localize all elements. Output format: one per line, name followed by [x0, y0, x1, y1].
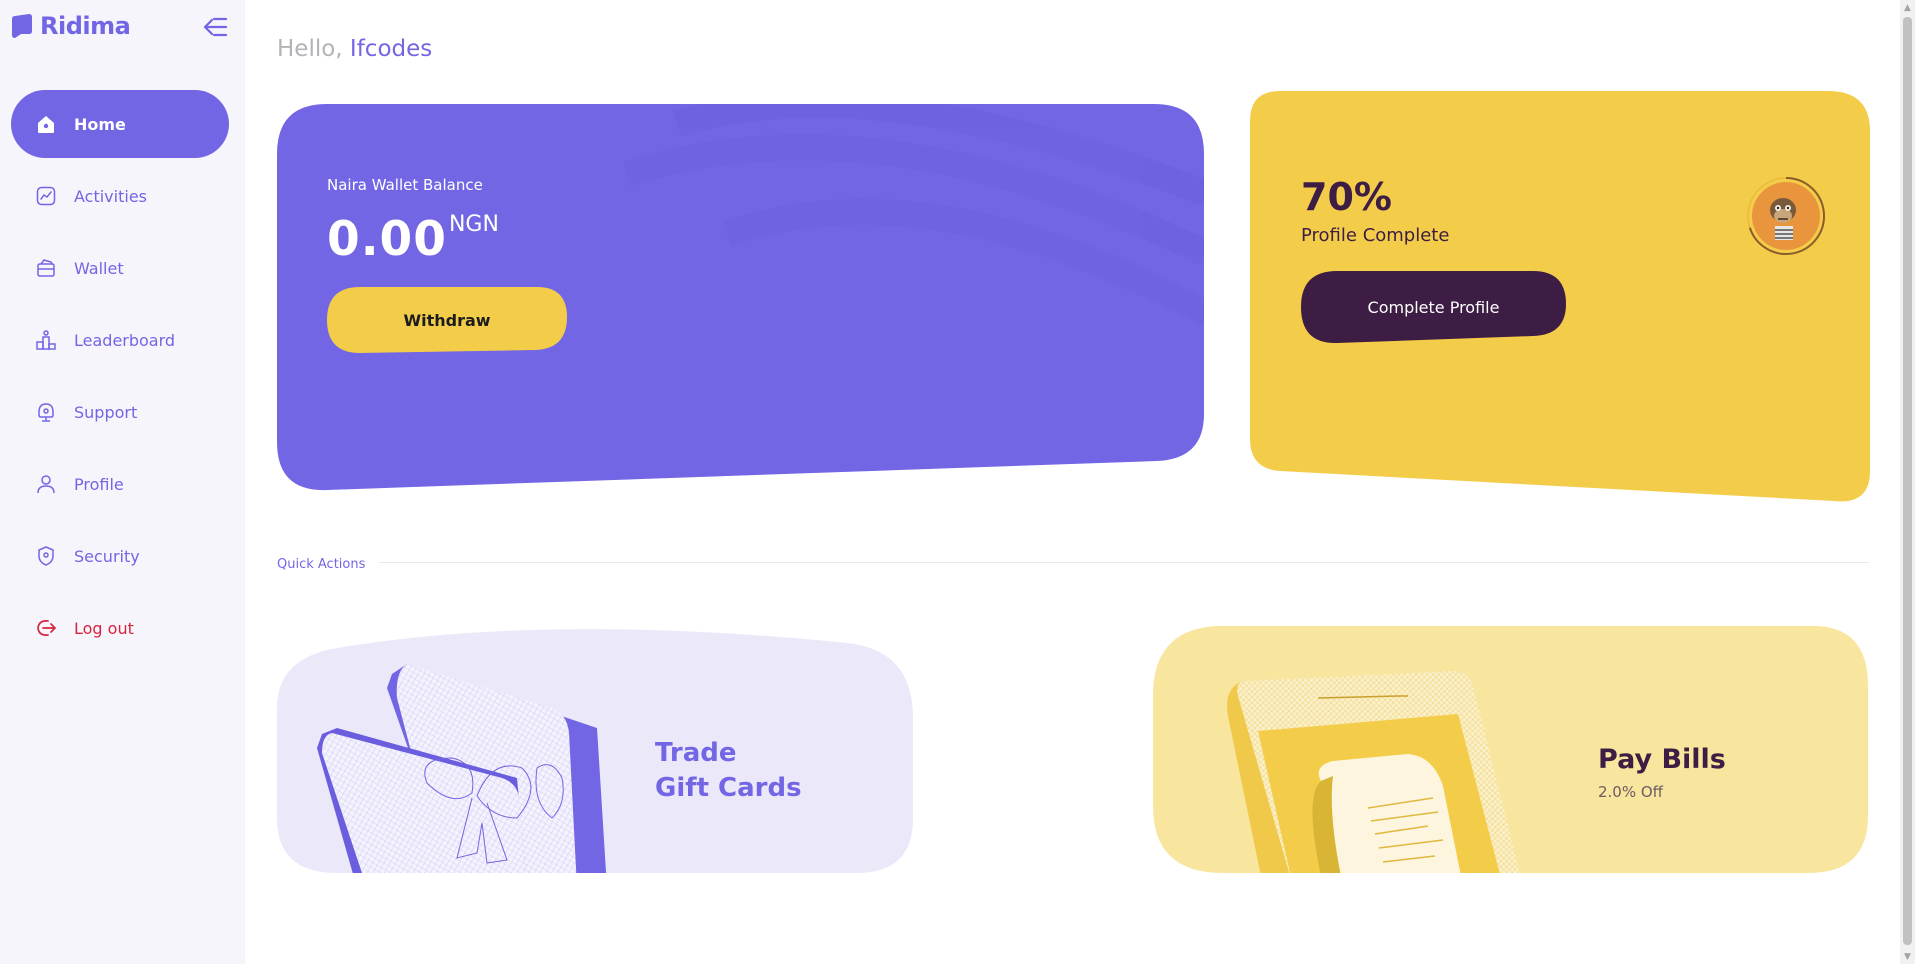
- trade-gift-cards-card[interactable]: Trade Gift Cards: [277, 628, 913, 873]
- wallet-amount: 0.00 NGN: [327, 212, 499, 267]
- trade-gift-cards-line1: Trade: [655, 738, 737, 768]
- sidebar-item-support[interactable]: Support: [11, 378, 229, 446]
- sidebar-item-label: Activities: [74, 186, 147, 206]
- wallet-info: Naira Wallet Balance 0.00 NGN: [327, 176, 499, 267]
- quick-actions-divider: [277, 562, 1869, 563]
- logo[interactable]: Ridima: [12, 12, 131, 40]
- sidebar-item-leaderboard[interactable]: Leaderboard: [11, 306, 229, 374]
- sidebar: Ridima Home Activities Wallet Leaderboar…: [0, 0, 245, 964]
- wallet-balance-card: Naira Wallet Balance 0.00 NGN Withdraw: [277, 104, 1204, 492]
- leaderboard-icon: [35, 329, 57, 351]
- balance-amount: 0.00: [327, 212, 447, 267]
- profile-percent: 70%: [1301, 175, 1392, 219]
- wallet-label: Naira Wallet Balance: [327, 176, 483, 194]
- quick-actions-header: Quick Actions: [277, 553, 1869, 572]
- scrollbar-thumb[interactable]: [1903, 17, 1912, 945]
- sidebar-item-logout[interactable]: Log out: [11, 594, 229, 662]
- sidebar-item-label: Support: [74, 402, 138, 422]
- avatar[interactable]: [1745, 175, 1827, 257]
- sidebar-item-label: Security: [74, 546, 140, 566]
- logo-mark-icon: [12, 14, 32, 38]
- trade-gift-cards-line2: Gift Cards: [655, 773, 802, 803]
- sidebar-nav: Home Activities Wallet Leaderboard Suppo…: [11, 90, 229, 666]
- sidebar-item-label: Profile: [74, 474, 124, 494]
- trade-gift-cards-title: Trade Gift Cards: [655, 736, 802, 806]
- app-root: Ridima Home Activities Wallet Leaderboar…: [0, 0, 1915, 964]
- balance-currency: NGN: [448, 212, 499, 237]
- logout-icon: [35, 617, 57, 639]
- bills-card-background: [1153, 626, 1868, 873]
- sidebar-item-label: Leaderboard: [74, 330, 176, 350]
- quick-actions-title: Quick Actions: [277, 557, 380, 572]
- sidebar-item-label: Log out: [74, 618, 134, 638]
- complete-profile-button[interactable]: Complete Profile: [1301, 271, 1566, 344]
- sidebar-item-profile[interactable]: Profile: [11, 450, 229, 518]
- sidebar-item-security[interactable]: Security: [11, 522, 229, 590]
- activity-chart-icon: [35, 185, 57, 207]
- pay-bills-card[interactable]: Pay Bills 2.0% Off: [1153, 626, 1868, 873]
- sidebar-item-label: Wallet: [74, 258, 124, 278]
- home-icon: [35, 113, 57, 135]
- wallet-icon: [35, 257, 57, 279]
- sidebar-item-activities[interactable]: Activities: [11, 162, 229, 230]
- complete-profile-label: Complete Profile: [1367, 298, 1500, 317]
- sidebar-item-home[interactable]: Home: [11, 90, 229, 158]
- greeting-username: Ifcodes: [349, 36, 433, 62]
- page-scrollbar[interactable]: ▲ ▼: [1900, 0, 1915, 964]
- shield-icon: [35, 545, 57, 567]
- profile-complete-label: Profile Complete: [1301, 225, 1450, 246]
- menu-collapse-icon[interactable]: [200, 12, 230, 42]
- pay-bills-title: Pay Bills: [1598, 744, 1726, 775]
- brand-name: Ridima: [40, 12, 131, 40]
- withdraw-label: Withdraw: [403, 310, 491, 330]
- sidebar-item-label: Home: [74, 114, 126, 134]
- greeting-hello: Hello,: [277, 36, 343, 62]
- user-icon: [35, 473, 57, 495]
- sidebar-item-wallet[interactable]: Wallet: [11, 234, 229, 302]
- profile-completion-card: 70% Profile Complete Complete Profile: [1250, 91, 1870, 503]
- greeting: Hello, Ifcodes: [277, 36, 432, 62]
- withdraw-button[interactable]: Withdraw: [327, 287, 567, 353]
- scroll-up-icon[interactable]: ▲: [1900, 0, 1915, 15]
- gift-card-background: [277, 629, 913, 873]
- scroll-down-icon[interactable]: ▼: [1900, 949, 1915, 964]
- pay-bills-discount: 2.0% Off: [1598, 783, 1664, 801]
- support-icon: [35, 401, 57, 423]
